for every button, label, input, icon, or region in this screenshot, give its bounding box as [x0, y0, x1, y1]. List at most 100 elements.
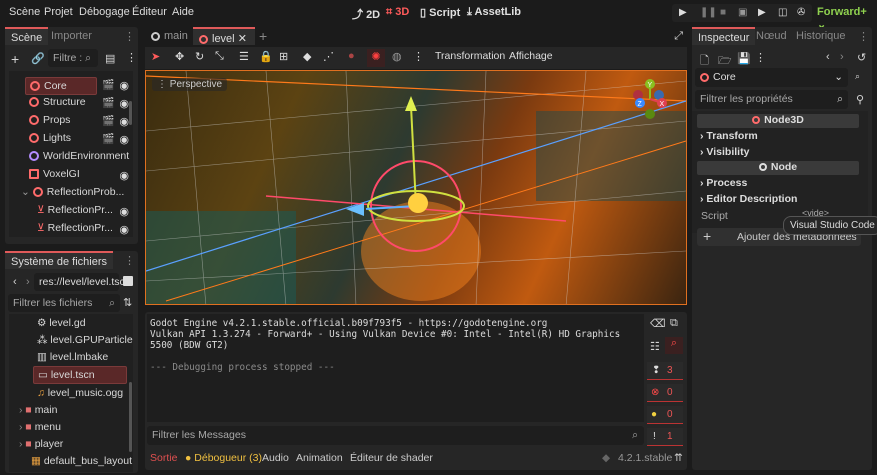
attach-script-icon[interactable]: ▤	[105, 52, 115, 65]
move-tool-icon[interactable]: ✥	[175, 50, 184, 63]
perspective-menu[interactable]: ⋮ Perspective	[152, 78, 228, 91]
menu-help[interactable]: Aide	[172, 6, 194, 18]
scene-filter-input[interactable]: Filtre : ⌕	[48, 49, 98, 67]
tree-item[interactable]: Lights 🎬 ◉	[29, 131, 129, 147]
tree-item[interactable]: VoxelGI ◉	[29, 167, 129, 183]
open-docs-icon[interactable]: ⌕	[855, 71, 860, 82]
expand-panel-icon[interactable]: ⇈	[674, 452, 683, 464]
back-icon[interactable]: ‹	[13, 276, 17, 288]
menu-editor[interactable]: Éditeur	[132, 6, 167, 18]
tab-audio[interactable]: Audio	[262, 452, 289, 464]
tab-debugger[interactable]: ● Débogueur (3)	[185, 452, 262, 464]
visibility-eye-icon[interactable]: ◉	[119, 97, 129, 111]
group-visibility[interactable]: › Visibility	[700, 146, 749, 158]
play-icon[interactable]: ▶	[679, 7, 687, 18]
tree-item[interactable]: ⊻ ReflectionPr... ◉	[37, 221, 129, 237]
file-item[interactable]: ▥ level.lmbake	[37, 350, 108, 366]
environment-preview-icon[interactable]: ◍	[392, 50, 402, 63]
movie-maker-icon[interactable]: ✇	[797, 7, 805, 18]
menu-scene[interactable]: Scène	[9, 6, 40, 18]
scrollbar[interactable]	[129, 101, 132, 125]
tree-item[interactable]: Core 🎬 ◉	[25, 77, 129, 95]
play-scene-icon[interactable]: ▶	[758, 7, 766, 18]
view-menu[interactable]: Affichage	[509, 50, 553, 62]
visibility-eye-icon[interactable]: ◉	[119, 205, 129, 219]
forward-icon[interactable]: ›	[840, 51, 844, 63]
tab-main[interactable]: main	[145, 27, 194, 45]
select-tool-icon[interactable]: ➤	[151, 50, 160, 63]
tab-animation[interactable]: Animation	[296, 452, 343, 464]
group-transform[interactable]: › Transform	[700, 130, 758, 142]
tab-import[interactable]: Importer	[45, 27, 98, 45]
clapper-icon[interactable]: 🎬	[102, 97, 114, 111]
version-label[interactable]: 4.2.1.stable	[618, 452, 672, 464]
add-node-icon[interactable]: +	[11, 51, 19, 67]
play-custom-scene-icon[interactable]: ◫	[778, 7, 787, 18]
menu-dots-icon[interactable]: ⋮	[126, 51, 137, 64]
forward-icon[interactable]: ›	[26, 276, 30, 288]
tab-history[interactable]: Historique	[790, 27, 852, 45]
menu-dots-icon[interactable]: ⋮	[124, 254, 135, 267]
history-icon[interactable]: ↺	[857, 51, 866, 64]
camera-preview-icon[interactable]: ●	[348, 50, 355, 62]
sort-icon[interactable]: ⇅	[123, 296, 132, 309]
clapper-icon[interactable]: 🎬	[102, 79, 114, 93]
rotate-tool-icon[interactable]: ↻	[195, 50, 204, 63]
toggle-messages[interactable]: ❢ 3	[647, 362, 683, 380]
workspace-assetlib[interactable]: ⤓ AssetLib	[467, 6, 521, 19]
tree-item[interactable]: WorldEnvironment	[29, 149, 129, 165]
list-select-icon[interactable]: ☰	[239, 50, 249, 63]
filter-toggle-icon[interactable]: ⌕	[665, 337, 683, 354]
group-icon[interactable]: ⊞	[279, 50, 288, 63]
toggle-split-icon[interactable]	[123, 276, 133, 286]
collapse-icon[interactable]: ☷	[650, 340, 660, 353]
snap-icon[interactable]: ⋰	[323, 50, 334, 63]
visibility-eye-icon[interactable]: ◉	[119, 115, 129, 129]
folder-item[interactable]: › ■ main	[19, 403, 57, 419]
toggle-errors[interactable]: ⊗ 0	[647, 384, 683, 402]
workspace-script[interactable]: ▯ Script	[420, 6, 460, 19]
save-icon[interactable]: 💾	[737, 52, 751, 65]
file-item[interactable]: ▭ level.tscn	[33, 366, 127, 384]
tab-output[interactable]: Sortie	[150, 452, 177, 464]
visibility-eye-icon[interactable]: ◉	[119, 79, 129, 93]
link-icon[interactable]: 🔗	[31, 52, 45, 65]
tab-level[interactable]: level ✕	[193, 27, 255, 45]
chevron-down-icon[interactable]: ⌄	[21, 186, 33, 198]
tab-node[interactable]: Nœud	[750, 27, 793, 45]
clear-output-icon[interactable]: ⌫	[650, 317, 666, 330]
file-item[interactable]: ⚙ level.gd	[37, 316, 86, 332]
3d-viewport[interactable]: ⋮ Perspective Y Z X	[145, 70, 687, 305]
group-editor-description[interactable]: › Editor Description	[700, 193, 797, 205]
node-selector[interactable]: Core ⌄	[695, 68, 848, 87]
scrollbar[interactable]	[129, 382, 132, 452]
clapper-icon[interactable]: 🎬	[102, 115, 114, 129]
local-space-icon[interactable]: ◆	[303, 50, 311, 63]
sun-preview-icon[interactable]: ✺	[367, 49, 385, 67]
file-item[interactable]: ▦ default_bus_layout...	[31, 454, 133, 470]
tree-item[interactable]: Props 🎬 ◉	[29, 113, 129, 129]
group-process[interactable]: › Process	[700, 177, 747, 189]
file-filter-input[interactable]: Filtrer les fichiers ⌕	[8, 294, 120, 312]
property-filter-input[interactable]: Filtrer les propriétés ⌕	[695, 90, 848, 109]
menu-dots-icon[interactable]: ⋮	[755, 51, 766, 64]
tab-shader-editor[interactable]: Éditeur de shader	[350, 452, 433, 464]
pause-icon[interactable]: ❚❚	[700, 7, 717, 18]
scale-tool-icon[interactable]: ⤡	[215, 50, 224, 63]
file-item[interactable]: ⁂ level.GPUParticle...	[37, 333, 133, 349]
view-gizmo[interactable]: Y Z X	[632, 76, 672, 126]
visibility-eye-icon[interactable]: ◉	[119, 133, 129, 147]
message-filter-input[interactable]: Filtrer les Messages ⌕	[147, 426, 644, 445]
distraction-free-icon[interactable]: ⤢	[674, 30, 683, 43]
tab-filesystem[interactable]: Système de fichiers	[5, 251, 113, 269]
menu-dots-icon[interactable]: ⋮	[124, 30, 135, 43]
tree-item[interactable]: ⌄ ReflectionProb...	[21, 185, 129, 201]
transform-menu[interactable]: Transformation	[435, 50, 505, 62]
workspace-2d[interactable]: ⤴ 2D	[352, 6, 380, 22]
toggle-warnings[interactable]: ● 0	[647, 406, 683, 424]
visibility-eye-icon[interactable]: ◉	[119, 223, 129, 237]
menu-debug[interactable]: Débogage	[79, 6, 130, 18]
property-settings-icon[interactable]: ⚲	[856, 93, 864, 106]
remote-debug-icon[interactable]: ▣	[738, 7, 747, 18]
menu-project[interactable]: Projet	[44, 6, 73, 18]
